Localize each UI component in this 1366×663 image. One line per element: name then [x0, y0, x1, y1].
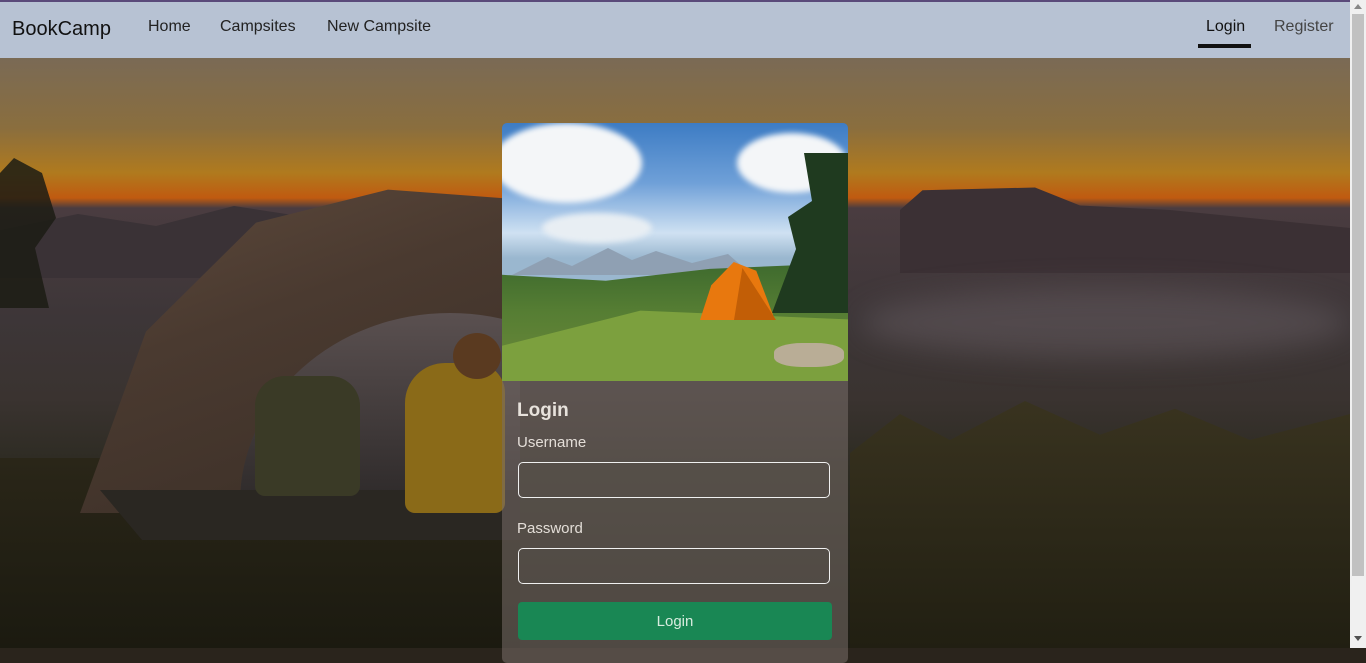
background-backpack: [255, 376, 360, 496]
background-mountains-right: [900, 187, 1350, 273]
nav-login-link[interactable]: Login: [1206, 18, 1245, 36]
image-cloud: [542, 213, 652, 243]
top-navbar: BookCamp Home Campsites New Campsite Log…: [0, 2, 1350, 58]
password-input[interactable]: [518, 548, 830, 584]
background-fog: [860, 288, 1350, 358]
background-person-head: [453, 333, 501, 379]
scrollbar-thumb[interactable]: [1352, 14, 1364, 576]
username-label: Username: [517, 434, 587, 451]
nav-register-link[interactable]: Register: [1274, 18, 1334, 36]
nav-home-link[interactable]: Home: [148, 18, 191, 36]
image-cloud: [502, 123, 642, 203]
card-image-tent-meadow: [502, 123, 848, 381]
password-label: Password: [517, 520, 583, 537]
scroll-up-arrow-icon[interactable]: [1354, 4, 1362, 9]
nav-new-campsite-link[interactable]: New Campsite: [327, 18, 431, 36]
username-input[interactable]: [518, 462, 830, 498]
background-shrubs-right: [850, 401, 1350, 648]
background-person-jacket: [405, 363, 505, 513]
scroll-down-arrow-icon[interactable]: [1354, 636, 1362, 641]
login-submit-button[interactable]: Login: [518, 602, 832, 640]
active-link-underline: [1198, 44, 1251, 48]
login-card: Login Username Password Login: [502, 123, 848, 663]
image-rocks: [774, 343, 844, 367]
brand-link[interactable]: BookCamp: [12, 18, 111, 41]
login-title: Login: [517, 400, 569, 421]
nav-campsites-link[interactable]: Campsites: [220, 18, 296, 36]
